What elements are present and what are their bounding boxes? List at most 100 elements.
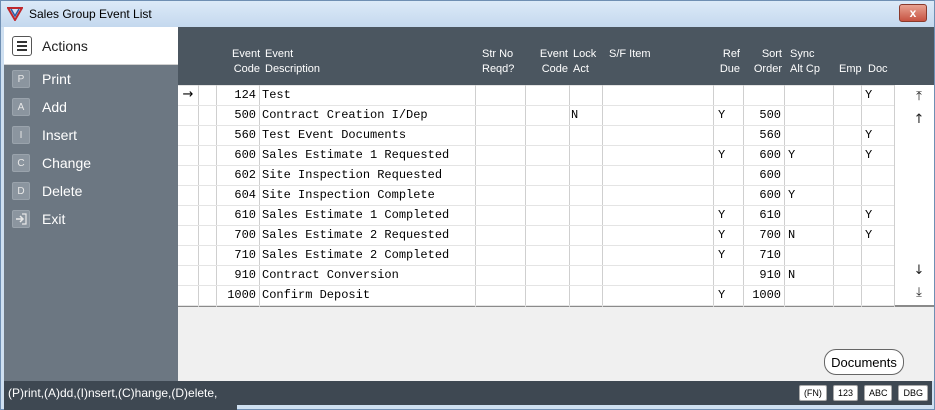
cell-event-description: Sales Estimate 1 Completed bbox=[262, 208, 450, 222]
table-row[interactable]: 1000 Confirm Deposit Y 1000 bbox=[178, 285, 908, 305]
add-button[interactable]: A Add bbox=[4, 93, 178, 121]
header-event-code-2[interactable]: Event Code bbox=[538, 47, 568, 77]
print-label: Print bbox=[42, 71, 71, 87]
window-title: Sales Group Event List bbox=[29, 7, 152, 21]
cell-ref-due: Y bbox=[718, 248, 726, 262]
table-row[interactable]: 910 Contract Conversion 910 N bbox=[178, 265, 908, 285]
insert-button[interactable]: I Insert bbox=[4, 121, 178, 149]
table-row[interactable]: 560 Test Event Documents 560 Y bbox=[178, 125, 908, 145]
cell-sort-order: 600 bbox=[759, 148, 781, 162]
cell-sort-order: 600 bbox=[759, 168, 781, 182]
cell-sync-alt-cp: N bbox=[788, 268, 796, 282]
cell-event-code: 600 bbox=[234, 148, 256, 162]
cell-lock-act: N bbox=[571, 108, 579, 122]
cell-event-description: Sales Estimate 1 Requested bbox=[262, 148, 450, 162]
actions-header[interactable]: Actions bbox=[4, 27, 178, 65]
table-row[interactable]: 710 Sales Estimate 2 Completed Y 710 bbox=[178, 245, 908, 265]
row-pointer-icon: → bbox=[182, 87, 194, 102]
cell-sort-order: 600 bbox=[759, 188, 781, 202]
cell-event-code: 910 bbox=[234, 268, 256, 282]
cell-sort-order: 610 bbox=[759, 208, 781, 222]
grid-header: Event Code Event Description Str No Reqd? E… bbox=[178, 27, 934, 85]
cell-ref-due: Y bbox=[718, 288, 726, 302]
cell-sort-order: 560 bbox=[759, 128, 781, 142]
cell-event-description: Contract Creation I/Dep bbox=[262, 108, 428, 122]
menu-icon[interactable] bbox=[12, 35, 32, 56]
cell-ref-due: Y bbox=[718, 108, 726, 122]
status-bar: (P)rint,(A)dd,(I)nsert,(C)hange,(D)elete… bbox=[4, 381, 932, 405]
cell-event-code: 604 bbox=[234, 188, 256, 202]
cell-sort-order: 1000 bbox=[752, 288, 781, 302]
change-button[interactable]: C Change bbox=[4, 149, 178, 177]
scroll-top-icon[interactable]: ⤒ bbox=[911, 89, 927, 105]
cell-event-code: 560 bbox=[234, 128, 256, 142]
documents-button[interactable]: Documents bbox=[824, 349, 904, 375]
header-event-code[interactable]: Event Code bbox=[232, 47, 260, 77]
cell-doc: Y bbox=[865, 208, 873, 222]
table-row[interactable]: 604 Site Inspection Complete 600 Y bbox=[178, 185, 908, 205]
cell-event-code: 610 bbox=[234, 208, 256, 222]
scroll-down-icon[interactable]: ↓ bbox=[911, 263, 927, 279]
scroll-bottom-icon[interactable]: ⤓ bbox=[911, 285, 927, 301]
cell-sort-order: 710 bbox=[759, 248, 781, 262]
cell-event-code: 500 bbox=[234, 108, 256, 122]
cell-doc: Y bbox=[865, 128, 873, 142]
status-text: (P)rint,(A)dd,(I)nsert,(C)hange,(D)elete… bbox=[8, 386, 218, 400]
cell-event-code: 710 bbox=[234, 248, 256, 262]
header-emp[interactable]: Emp bbox=[839, 62, 862, 77]
insert-label: Insert bbox=[42, 127, 78, 143]
header-sf-item[interactable]: S/F Item bbox=[609, 47, 651, 62]
cell-sort-order: 500 bbox=[759, 108, 781, 122]
delete-label: Delete bbox=[42, 183, 83, 199]
main-panel: Event Code Event Description Str No Reqd? E… bbox=[178, 27, 934, 381]
app-window: Sales Group Event List x Actions P Print… bbox=[0, 0, 935, 410]
cell-event-description: Test Event Documents bbox=[262, 128, 407, 142]
numeric-badge[interactable]: 123 bbox=[832, 385, 858, 401]
scroll-up-icon[interactable]: ↑ bbox=[911, 112, 927, 128]
table-row[interactable]: 602 Site Inspection Requested 600 bbox=[178, 165, 908, 185]
table-row[interactable]: 700 Sales Estimate 2 Requested Y 700 N Y bbox=[178, 225, 908, 245]
cell-event-code: 700 bbox=[234, 228, 256, 242]
header-sync-alt-cp[interactable]: Sync Alt Cp bbox=[790, 47, 820, 77]
header-lock-act[interactable]: Lock Act bbox=[573, 47, 596, 77]
cell-sync-alt-cp: Y bbox=[788, 188, 796, 202]
cell-event-description: Sales Estimate 2 Requested bbox=[262, 228, 450, 242]
table-row[interactable]: 500 Contract Creation I/Dep N Y 500 bbox=[178, 105, 908, 125]
cell-event-description: Sales Estimate 2 Completed bbox=[262, 248, 450, 262]
cell-doc: Y bbox=[865, 148, 873, 162]
key-i-icon: I bbox=[12, 126, 30, 144]
cell-doc: Y bbox=[865, 228, 873, 242]
header-str-no-reqd[interactable]: Str No Reqd? bbox=[482, 47, 514, 77]
app-logo-icon bbox=[6, 5, 24, 23]
header-event-description[interactable]: Event Description bbox=[265, 47, 320, 77]
cell-sync-alt-cp: Y bbox=[788, 148, 796, 162]
alpha-badge[interactable]: ABC bbox=[863, 385, 893, 401]
print-button[interactable]: P Print bbox=[4, 65, 178, 93]
delete-button[interactable]: D Delete bbox=[4, 177, 178, 205]
cell-event-description: Site Inspection Requested bbox=[262, 168, 443, 182]
change-label: Change bbox=[42, 155, 92, 171]
fn-badge[interactable]: (FN) bbox=[798, 385, 827, 401]
header-sort-order[interactable]: Sort Order bbox=[750, 47, 782, 77]
key-d-icon: D bbox=[12, 182, 30, 200]
debug-badge[interactable]: DBG bbox=[898, 385, 928, 401]
table-row[interactable]: 610 Sales Estimate 1 Completed Y 610 Y bbox=[178, 205, 908, 225]
table-row[interactable]: 600 Sales Estimate 1 Requested Y 600 Y Y bbox=[178, 145, 908, 165]
cell-event-code: 602 bbox=[234, 168, 256, 182]
exit-button[interactable]: Exit bbox=[4, 205, 178, 233]
header-ref-due[interactable]: Ref Due bbox=[718, 47, 740, 77]
cell-ref-due: Y bbox=[718, 208, 726, 222]
cell-event-description: Contract Conversion bbox=[262, 268, 399, 282]
close-button[interactable]: x bbox=[899, 4, 927, 22]
header-doc[interactable]: Doc bbox=[868, 62, 888, 77]
cell-doc: Y bbox=[865, 88, 873, 102]
actions-sidebar: Actions P Print A Add I Insert C Change … bbox=[4, 27, 178, 381]
cell-sync-alt-cp: N bbox=[788, 228, 796, 242]
cell-ref-due: Y bbox=[718, 228, 726, 242]
key-a-icon: A bbox=[12, 98, 30, 116]
exit-label: Exit bbox=[42, 211, 66, 227]
actions-title: Actions bbox=[42, 37, 88, 54]
table-row[interactable]: → 124 Test Y bbox=[178, 85, 908, 105]
key-c-icon: C bbox=[12, 154, 30, 172]
cell-sort-order: 700 bbox=[759, 228, 781, 242]
